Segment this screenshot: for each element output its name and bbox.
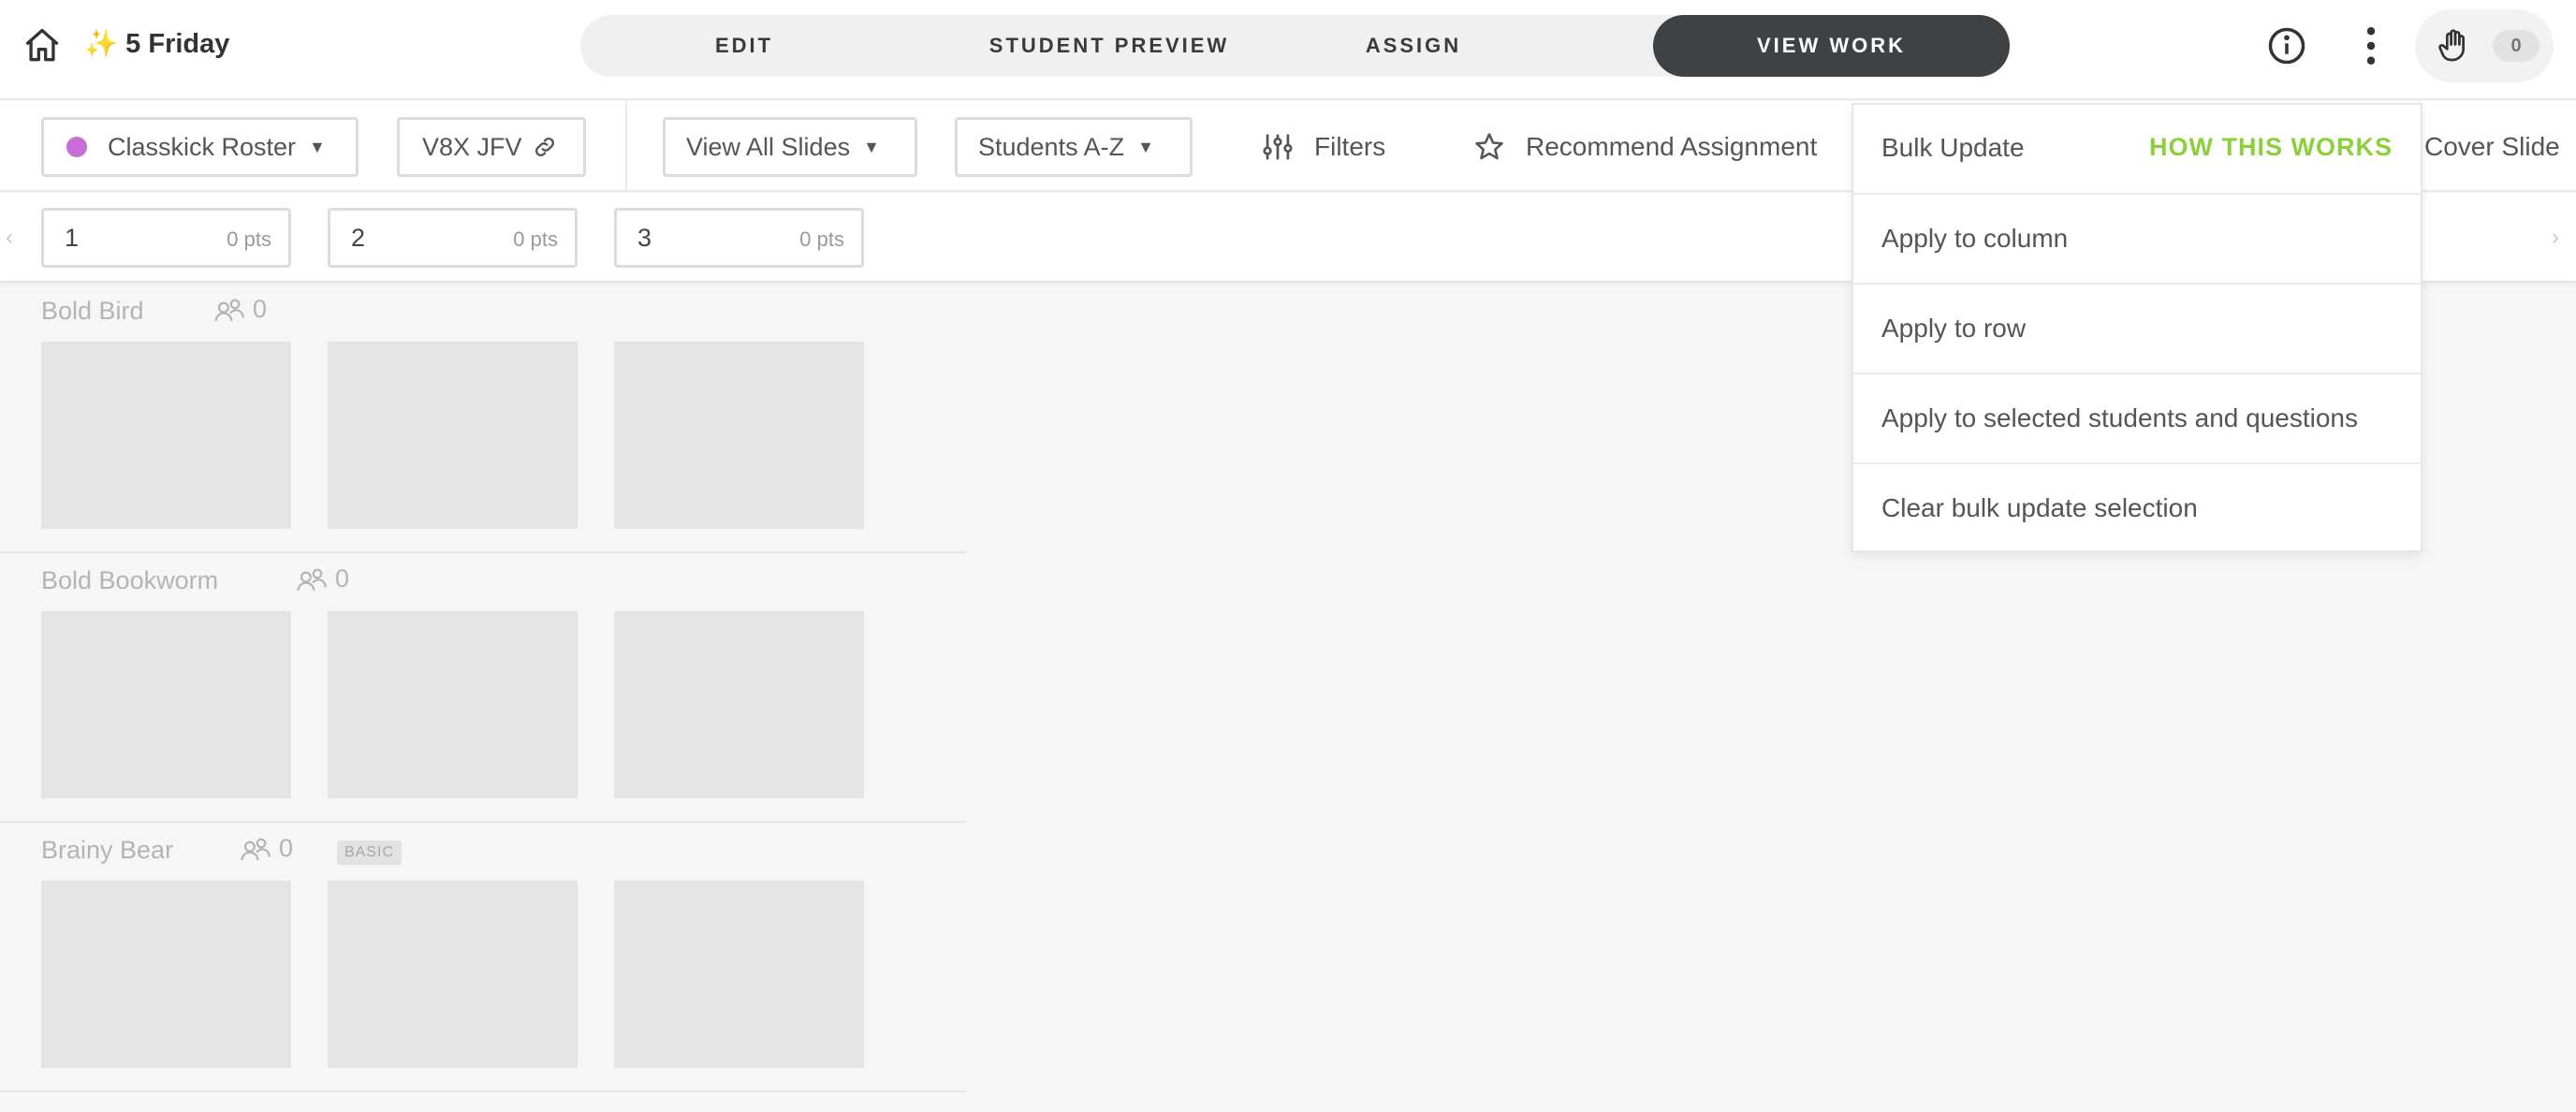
recommend-assignment-button[interactable]: Recommend Assignment	[1473, 117, 1817, 177]
sliders-icon	[1263, 134, 1293, 160]
filters-button[interactable]: Filters	[1262, 117, 1385, 177]
question-column-header[interactable]: 3 0 pts	[614, 208, 864, 268]
raised-hands-button[interactable]: 0	[2415, 9, 2554, 82]
bulk-update-menu: Bulk Update HOW THIS WORKS Apply to colu…	[1852, 103, 2422, 552]
helpers-icon	[241, 838, 271, 860]
tab-student-preview[interactable]: STUDENT PREVIEW	[955, 15, 1264, 77]
work-thumbnail[interactable]	[41, 342, 291, 529]
work-thumbnail[interactable]	[41, 611, 291, 798]
bulk-update-header: Bulk Update HOW THIS WORKS	[1853, 105, 2421, 193]
star-icon	[1475, 133, 1503, 160]
question-number: 1	[65, 224, 80, 252]
link-icon	[534, 137, 554, 157]
apply-to-selected-item[interactable]: Apply to selected students and questions	[1853, 373, 2421, 462]
apply-to-column-item[interactable]: Apply to column	[1853, 193, 2421, 283]
helpers-count: 0	[213, 295, 267, 324]
tab-edit[interactable]: EDIT	[618, 15, 871, 77]
scroll-right-icon[interactable]: ›	[2552, 225, 2559, 251]
question-column-header[interactable]: 1 0 pts	[41, 208, 291, 268]
question-points: 0 pts	[227, 227, 271, 251]
recommend-assignment-label: Recommend Assignment	[1526, 132, 1818, 161]
class-code-button[interactable]: V8X JFV	[397, 117, 586, 177]
sort-select[interactable]: Students A-Z ▼	[955, 117, 1193, 177]
slides-select[interactable]: View All Slides ▼	[663, 117, 917, 177]
student-row	[0, 1092, 966, 1112]
student-name[interactable]: Bold Bookworm	[41, 566, 218, 595]
roster-label: Classkick Roster	[108, 132, 297, 161]
work-thumbnail[interactable]	[614, 611, 864, 798]
question-number: 2	[351, 224, 366, 252]
mode-tabs: EDIT STUDENT PREVIEW ASSIGN VIEW WORK	[580, 15, 2010, 77]
class-code-label: V8X JFV	[422, 132, 522, 161]
work-thumbnail[interactable]	[328, 611, 578, 798]
helpers-icon	[214, 299, 244, 321]
question-points: 0 pts	[513, 227, 558, 251]
apply-to-row-item[interactable]: Apply to row	[1853, 283, 2421, 373]
tab-assign[interactable]: ASSIGN	[1320, 15, 1507, 77]
work-thumbnail[interactable]	[328, 342, 578, 529]
more-options-icon[interactable]	[2348, 22, 2394, 69]
caret-down-icon: ▼	[309, 137, 326, 156]
bulk-update-title: Bulk Update	[1881, 133, 2025, 162]
helpers-count: 0	[240, 834, 293, 863]
hand-icon	[2430, 22, 2477, 69]
student-name[interactable]: Brainy Bear	[41, 836, 173, 865]
filters-label: Filters	[1314, 132, 1386, 161]
caret-down-icon: ▼	[1137, 137, 1154, 156]
clear-bulk-selection-item[interactable]: Clear bulk update selection	[1853, 462, 2421, 552]
how-this-works-link[interactable]: HOW THIS WORKS	[2149, 133, 2393, 162]
tab-view-work[interactable]: VIEW WORK	[1653, 15, 2010, 77]
slides-select-label: View All Slides	[686, 132, 851, 161]
scroll-left-icon[interactable]: ‹	[6, 225, 13, 251]
question-points: 0 pts	[799, 227, 844, 251]
question-number: 3	[637, 224, 652, 252]
plan-badge: BASIC	[337, 841, 402, 865]
question-column-header[interactable]: 2 0 pts	[328, 208, 578, 268]
student-row: Brainy Bear 0 BASIC	[0, 823, 966, 1092]
assignment-title[interactable]: ✨ 5 Friday	[84, 28, 229, 60]
top-bar: ✨ 5 Friday EDIT STUDENT PREVIEW ASSIGN V…	[0, 0, 2576, 100]
helpers-icon	[297, 568, 327, 591]
roster-color-dot	[66, 137, 87, 157]
student-row: Bold Bird 0	[0, 284, 966, 553]
caret-down-icon: ▼	[863, 137, 880, 156]
work-thumbnail[interactable]	[328, 881, 578, 1068]
sort-select-label: Students A-Z	[978, 132, 1125, 161]
hand-count-badge: 0	[2493, 30, 2539, 62]
work-thumbnail[interactable]	[614, 881, 864, 1068]
student-row: Bold Bookworm 0	[0, 553, 966, 823]
roster-select[interactable]: Classkick Roster ▼	[41, 117, 359, 177]
cover-slide-label: Cover Slide	[2424, 132, 2560, 161]
home-icon[interactable]	[19, 22, 66, 69]
student-name[interactable]: Bold Bird	[41, 297, 144, 326]
helpers-count: 0	[296, 564, 349, 593]
work-thumbnail[interactable]	[41, 881, 291, 1068]
work-thumbnail[interactable]	[614, 342, 864, 529]
toolbar-divider	[625, 101, 627, 192]
cover-slide-button[interactable]: Cover Slide	[2424, 117, 2560, 177]
info-icon[interactable]	[2263, 22, 2310, 69]
